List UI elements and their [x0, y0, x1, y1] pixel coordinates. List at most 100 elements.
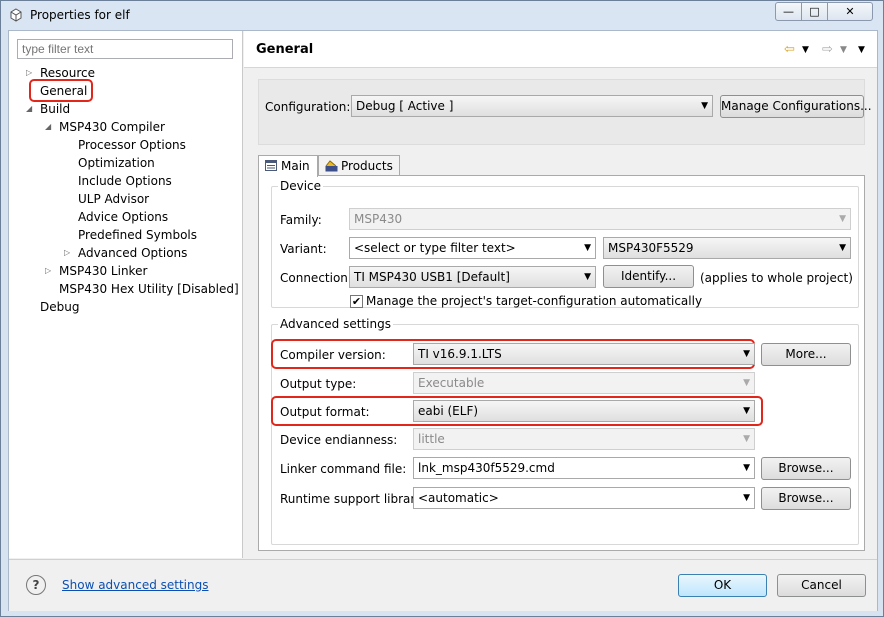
main-pane: General ⇦ ▼ ⇨ ▼ ▼ Configuration: Debug […: [244, 31, 877, 558]
products-tab-icon: [325, 160, 338, 172]
filter-input[interactable]: [17, 39, 233, 59]
chevron-down-icon: ▼: [743, 406, 750, 416]
page-header: General ⇦ ▼ ⇨ ▼ ▼: [244, 31, 877, 68]
minimize-button[interactable]: —: [775, 2, 802, 21]
tree-item-processor-options[interactable]: Processor Options: [78, 136, 186, 154]
chevron-down-icon: ▼: [743, 463, 750, 473]
browse-linker-button[interactable]: Browse...: [761, 457, 851, 480]
linker-command-file-value: lnk_msp430f5529.cmd: [418, 461, 555, 475]
variant-filter-value: <select or type filter text>: [354, 241, 516, 255]
tree-item-advanced-options[interactable]: Advanced Options: [78, 244, 187, 262]
tab-main[interactable]: Main: [258, 155, 318, 177]
properties-window-icon: [10, 8, 22, 22]
main-tab-panel: Device Family: MSP430 ▼ Variant: <select …: [258, 175, 865, 551]
tab-products[interactable]: Products: [318, 155, 400, 176]
manage-configurations-button[interactable]: Manage Configurations...: [720, 95, 872, 118]
dialog-client: ▷ Resource General ◢ Build ◢ MSP430 Comp…: [8, 30, 878, 611]
main-tab-icon: [265, 160, 277, 171]
chevron-down-icon: ▼: [743, 349, 750, 359]
manage-target-config-label: Manage the project's target-configuratio…: [366, 294, 703, 308]
tree-item-msp430-hex-utility[interactable]: MSP430 Hex Utility [Disabled]: [59, 280, 239, 298]
compiler-version-label: Compiler version:: [280, 348, 386, 362]
tab-products-label: Products: [341, 159, 393, 173]
tree-item-debug[interactable]: Debug: [40, 298, 79, 316]
output-format-value: eabi (ELF): [418, 404, 479, 418]
configuration-label: Configuration:: [265, 100, 351, 114]
tab-main-label: Main: [281, 159, 310, 173]
runtime-support-library-combo[interactable]: <automatic> ▼: [413, 487, 755, 509]
linker-command-file-label: Linker command file:: [280, 462, 407, 476]
compiler-version-select[interactable]: TI v16.9.1.LTS ▼: [413, 343, 755, 365]
tree-item-include-options[interactable]: Include Options: [78, 172, 172, 190]
device-endianness-value: little: [418, 432, 445, 446]
variant-label: Variant:: [280, 242, 327, 256]
window-title: Properties for elf: [30, 8, 130, 22]
chevron-down-icon: ▼: [839, 214, 846, 224]
show-advanced-settings-link[interactable]: Show advanced settings: [62, 578, 209, 592]
family-select[interactable]: MSP430 ▼: [349, 208, 851, 230]
variant-filter-combo[interactable]: <select or type filter text> ▼: [349, 237, 596, 259]
collapse-arrow-icon[interactable]: ◢: [45, 118, 51, 136]
tree-item-optimization[interactable]: Optimization: [78, 154, 155, 172]
connection-label: Connection:: [280, 271, 352, 285]
back-arrow-icon[interactable]: ⇦: [784, 42, 795, 57]
more-button[interactable]: More...: [761, 343, 851, 366]
identify-button[interactable]: Identify...: [603, 265, 694, 288]
variant-select[interactable]: MSP430F5529 ▼: [603, 237, 851, 259]
expand-arrow-icon[interactable]: ▷: [64, 244, 70, 262]
maximize-icon: □: [809, 5, 820, 18]
tree-item-predefined-symbols[interactable]: Predefined Symbols: [78, 226, 197, 244]
chevron-down-icon: ▼: [743, 434, 750, 444]
close-icon: ✕: [845, 5, 855, 18]
manage-target-config-checkbox[interactable]: ✔: [350, 295, 363, 308]
device-endianness-label: Device endianness:: [280, 433, 398, 447]
properties-window: Properties for elf — □ ✕ ▷ Resource Gene…: [0, 0, 884, 617]
title-bar[interactable]: Properties for elf — □ ✕: [1, 1, 883, 30]
chevron-down-icon: ▼: [743, 378, 750, 388]
family-value: MSP430: [354, 212, 403, 226]
tree-item-build[interactable]: Build: [40, 100, 70, 118]
forward-arrow-icon[interactable]: ⇨: [822, 42, 833, 57]
checkmark-icon: ✔: [351, 295, 362, 308]
family-label: Family:: [280, 213, 322, 227]
chevron-down-icon: ▼: [584, 272, 591, 282]
device-endianness-select[interactable]: little ▼: [413, 428, 755, 450]
ok-button[interactable]: OK: [678, 574, 767, 597]
tree-item-advice-options[interactable]: Advice Options: [78, 208, 168, 226]
view-menu-chevron-icon[interactable]: ▼: [858, 45, 865, 55]
page-title: General: [256, 42, 314, 57]
minimize-icon: —: [783, 5, 794, 18]
back-menu-chevron-icon[interactable]: ▼: [802, 45, 809, 55]
maximize-button[interactable]: □: [801, 2, 828, 21]
advanced-settings-title: Advanced settings: [278, 317, 393, 331]
connection-select[interactable]: TI MSP430 USB1 [Default] ▼: [349, 266, 596, 288]
expand-arrow-icon[interactable]: ▷: [45, 262, 51, 280]
configuration-value: Debug [ Active ]: [356, 99, 454, 113]
runtime-support-library-label: Runtime support library:: [280, 492, 426, 506]
close-button[interactable]: ✕: [827, 2, 873, 21]
dialog-footer: ? Show advanced settings OK Cancel: [9, 559, 877, 611]
chevron-down-icon: ▼: [743, 493, 750, 503]
tree-item-msp430-compiler[interactable]: MSP430 Compiler: [59, 118, 165, 136]
browse-runtime-button[interactable]: Browse...: [761, 487, 851, 510]
compiler-version-value: TI v16.9.1.LTS: [418, 347, 502, 361]
chevron-down-icon: ▼: [584, 243, 591, 253]
sidebar: ▷ Resource General ◢ Build ◢ MSP430 Comp…: [9, 31, 243, 558]
tree-item-msp430-linker[interactable]: MSP430 Linker: [59, 262, 147, 280]
output-format-select[interactable]: eabi (ELF) ▼: [413, 400, 755, 422]
cancel-button[interactable]: Cancel: [777, 574, 866, 597]
variant-value: MSP430F5529: [608, 241, 694, 255]
output-type-label: Output type:: [280, 377, 357, 391]
output-type-select[interactable]: Executable ▼: [413, 372, 755, 394]
device-group-title: Device: [278, 179, 324, 193]
linker-command-file-combo[interactable]: lnk_msp430f5529.cmd ▼: [413, 457, 755, 479]
applies-note: (applies to whole project): [700, 271, 853, 285]
collapse-arrow-icon[interactable]: ◢: [26, 100, 32, 118]
forward-menu-chevron-icon[interactable]: ▼: [840, 45, 847, 55]
tree-item-general[interactable]: General: [40, 82, 87, 100]
runtime-support-library-value: <automatic>: [418, 491, 499, 505]
chevron-down-icon: ▼: [701, 101, 708, 111]
help-icon[interactable]: ?: [26, 575, 46, 595]
tree-item-ulp-advisor[interactable]: ULP Advisor: [78, 190, 149, 208]
configuration-select[interactable]: Debug [ Active ] ▼: [351, 95, 713, 117]
